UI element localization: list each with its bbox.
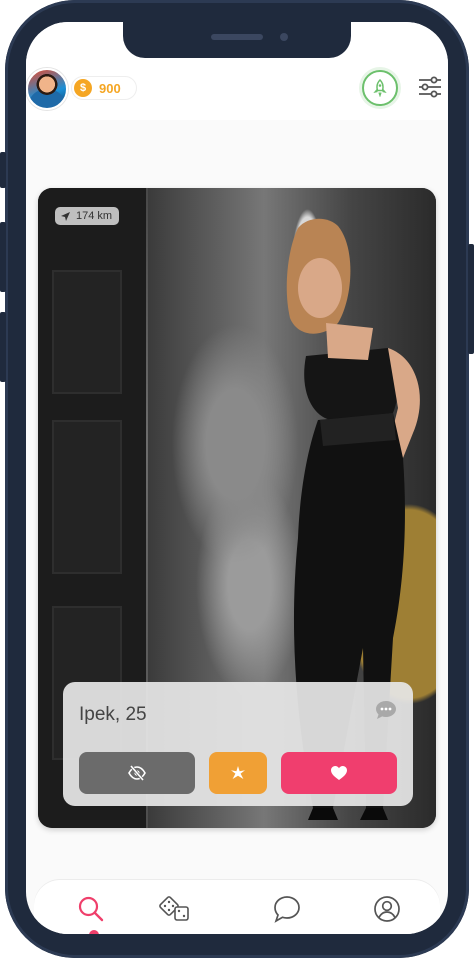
- bottom-navigation: [34, 880, 440, 934]
- profile-icon: [374, 896, 400, 922]
- boost-button[interactable]: [362, 70, 398, 106]
- profile-name-age: Ipek, 25: [79, 704, 147, 725]
- sparkle-icon: [231, 766, 245, 779]
- eye-slash-icon: [128, 765, 146, 781]
- phone-notch: [123, 22, 351, 58]
- location-arrow-icon: [61, 211, 70, 221]
- front-camera: [280, 33, 288, 41]
- nav-search[interactable]: [76, 894, 106, 924]
- mute-switch: [0, 152, 6, 188]
- rocket-icon: [373, 79, 387, 97]
- hide-button[interactable]: [79, 752, 195, 794]
- coin-count: 900: [99, 81, 121, 96]
- volume-up-button: [0, 222, 6, 292]
- filter-button[interactable]: [417, 74, 443, 100]
- distance-badge: 174 km: [55, 207, 120, 225]
- sliders-icon: [419, 76, 441, 98]
- speaker-grille: [211, 34, 263, 40]
- app-screen: $ 900 174 km Ipek, 25: [26, 22, 448, 934]
- distance-text: 174 km: [76, 210, 113, 222]
- nav-games[interactable]: [159, 894, 189, 924]
- profile-info-panel: Ipek, 25: [63, 682, 413, 806]
- search-icon: [78, 896, 104, 922]
- active-nav-indicator: [89, 930, 99, 934]
- coin-icon: $: [74, 79, 92, 97]
- chat-icon: [274, 896, 300, 923]
- user-avatar[interactable]: [26, 68, 68, 110]
- coin-balance[interactable]: $ 900: [72, 77, 136, 99]
- dice-icon: [159, 896, 189, 921]
- nav-profile[interactable]: [372, 894, 402, 924]
- super-like-button[interactable]: [209, 752, 267, 794]
- message-icon[interactable]: [375, 700, 397, 720]
- heart-icon: [331, 766, 347, 780]
- nav-messages[interactable]: [272, 894, 302, 924]
- volume-down-button: [0, 312, 6, 382]
- power-button: [468, 244, 474, 354]
- like-button[interactable]: [281, 752, 397, 794]
